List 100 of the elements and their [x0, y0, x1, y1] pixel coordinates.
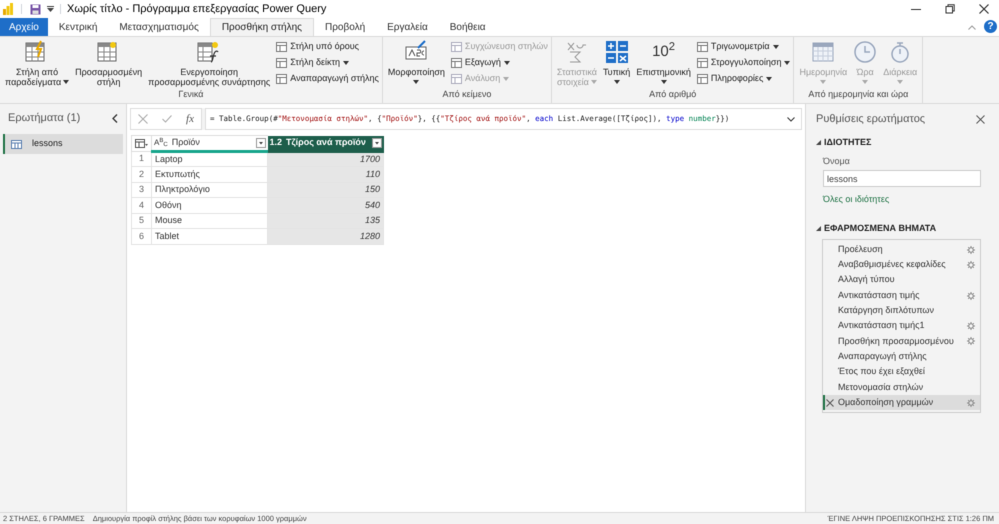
- ribbon-button[interactable]: Εξαγωγή: [450, 56, 548, 70]
- row-number: 5: [132, 213, 152, 228]
- applied-step[interactable]: Αντικατάσταση τιμής: [823, 288, 980, 304]
- pane-title: Ρυθμίσεις ερωτήματος: [816, 112, 926, 127]
- name-field[interactable]: lessons: [823, 170, 981, 187]
- row-number: 1: [132, 151, 152, 166]
- applied-step[interactable]: Κατάργηση διπλότυπων: [823, 303, 980, 318]
- insert-function-button[interactable]: fx: [186, 110, 194, 128]
- gear-icon[interactable]: [967, 337, 975, 346]
- close-icon[interactable]: [976, 114, 985, 124]
- table-cell: 110: [268, 166, 384, 182]
- applied-step[interactable]: Αναβαθμισμένες κεφαλίδες: [823, 257, 980, 273]
- type-icon[interactable]: 1.2: [270, 136, 282, 150]
- collapse-ribbon-icon[interactable]: [968, 25, 976, 30]
- group-label: Από αριθμό: [648, 88, 698, 101]
- ribbon-button[interactable]: Στήλη υπό όρους: [276, 40, 379, 54]
- applied-step[interactable]: Αναπαραγωγή στήλης: [823, 349, 980, 364]
- ribbon-button[interactable]: Πληροφορίες: [696, 72, 790, 86]
- applied-step[interactable]: Έτος που έχει εξαχθεί: [823, 364, 980, 380]
- table-cell: 150: [268, 182, 384, 198]
- section-heading: ΕΦΑΡΜΟΣΜΕΝΑ ΒΗΜΑΤΑ: [824, 222, 936, 234]
- row-number: 3: [132, 182, 152, 198]
- delete-icon[interactable]: [826, 398, 834, 407]
- table-icon: [276, 42, 288, 52]
- expand-icon[interactable]: [787, 116, 795, 122]
- table-icon: [11, 140, 22, 148]
- gear-icon[interactable]: [967, 292, 975, 300]
- ribbon-tab[interactable]: Εργαλεία: [376, 18, 439, 36]
- applied-step[interactable]: Αντικατάσταση τιμής1: [823, 318, 980, 334]
- ribbon-tab[interactable]: Βοήθεια: [438, 18, 497, 36]
- section-heading: ΙΔΙΟΤΗΤΕΣ: [824, 136, 872, 149]
- close-icon[interactable]: [979, 4, 989, 14]
- ribbon-button[interactable]: Αναπαραγωγή στήλης: [276, 72, 379, 86]
- ribbon-button[interactable]: Τυπική: [600, 40, 632, 84]
- gear-icon[interactable]: [967, 398, 975, 407]
- collapse-triangle-icon[interactable]: [816, 226, 821, 231]
- column-header[interactable]: 1.2 Τζίρος ανά προϊόν: [268, 136, 384, 151]
- table-icon: [450, 74, 462, 84]
- table-cell: 540: [268, 198, 384, 213]
- ribbon-tab[interactable]: Μετασχηματισμός: [108, 18, 210, 36]
- window-title: Χωρίς τίτλο - Πρόγραμμα επεξεργασίας Power Query: [67, 2, 326, 17]
- group-label: Από ημερομηνία και ώρα: [807, 88, 910, 101]
- gear-icon[interactable]: [967, 260, 975, 269]
- ribbon-button[interactable]: Ενεργοποίηση προσαρμοσμένης συνάρτησης: [146, 40, 272, 87]
- ribbon-button[interactable]: Στήλη από παραδείγματα: [3, 40, 72, 87]
- table-cell: Πληκτρολόγιο: [152, 182, 268, 198]
- table-icon: [696, 58, 708, 68]
- column-header[interactable]: A$^{B}$$_{C}$ Προϊόν: [152, 136, 268, 151]
- table-menu-icon[interactable]: [135, 138, 148, 148]
- clock-icon: [853, 40, 878, 64]
- collapse-pane-icon[interactable]: [112, 114, 118, 122]
- table-cell: Mouse: [152, 213, 268, 228]
- query-item[interactable]: lessons: [3, 134, 123, 154]
- table-icon: [450, 42, 462, 52]
- ribbon-button[interactable]: Προσαρμοσμένη στήλη: [73, 40, 144, 87]
- ribbon-button[interactable]: Στήλη δείκτη: [276, 56, 379, 70]
- gear-icon[interactable]: [967, 246, 975, 254]
- table-icon: [276, 74, 288, 84]
- table-cell: Οθόνη: [152, 198, 268, 213]
- queries-pane-title: Ερωτήματα (1): [8, 110, 82, 126]
- table-icon: [450, 58, 462, 68]
- help-button[interactable]: ?: [984, 20, 997, 33]
- table-icon: [696, 42, 708, 52]
- ribbon-tab[interactable]: Προσθήκη στήλης: [210, 18, 314, 36]
- ribbon-tab[interactable]: Κεντρική: [48, 18, 108, 36]
- collapse-triangle-icon[interactable]: [816, 140, 821, 146]
- check-icon[interactable]: [162, 115, 172, 123]
- applied-step[interactable]: Μετονομασία στηλών: [823, 380, 980, 395]
- table-cell: 135: [268, 213, 384, 228]
- ribbon-tab[interactable]: Προβολή: [314, 18, 376, 36]
- file-tab[interactable]: Αρχείο: [0, 18, 48, 36]
- table-function-icon: [197, 40, 222, 64]
- group-label: Από κείμενο: [441, 88, 492, 101]
- exponent-icon: 10$^{2}$: [652, 40, 676, 64]
- gear-icon[interactable]: [967, 322, 975, 330]
- app-logo-icon: [3, 3, 13, 15]
- row-number: 6: [132, 228, 152, 244]
- calendar-icon: [811, 40, 836, 64]
- row-number: 4: [132, 198, 152, 213]
- applied-step[interactable]: Προσθήκη προσαρμοσμένου: [823, 334, 980, 350]
- filter-dropdown-icon[interactable]: [256, 138, 266, 148]
- field-label: Όνομα: [823, 154, 851, 168]
- ribbon-button[interactable]: Στρογγυλοποίηση: [696, 56, 790, 70]
- caret-icon[interactable]: [47, 6, 54, 12]
- applied-step[interactable]: Ομαδοποίηση γραμμών: [823, 394, 980, 410]
- ribbon-button[interactable]: 10$^{2}$ Επιστημονική: [634, 40, 693, 84]
- ribbon-button[interactable]: Μορφοποίηση: [386, 40, 447, 84]
- table-cell: Εκτυπωτής: [152, 166, 268, 182]
- table-icon: [276, 58, 288, 68]
- group-label: Γενικά: [177, 88, 204, 100]
- applied-step[interactable]: Προέλευση: [823, 242, 980, 258]
- calculator-icon: [604, 40, 629, 64]
- save-icon[interactable]: [30, 4, 41, 14]
- table-icon: [696, 74, 708, 84]
- applied-step[interactable]: Αλλαγή τύπου: [823, 272, 980, 288]
- all-properties-link[interactable]: Όλες οι ιδιότητες: [823, 193, 890, 206]
- filter-dropdown-icon[interactable]: [372, 138, 382, 148]
- restore-icon[interactable]: [945, 4, 955, 14]
- table-cell: 1280: [268, 228, 384, 244]
- ribbon-button[interactable]: Τριγωνομετρία: [696, 40, 790, 54]
